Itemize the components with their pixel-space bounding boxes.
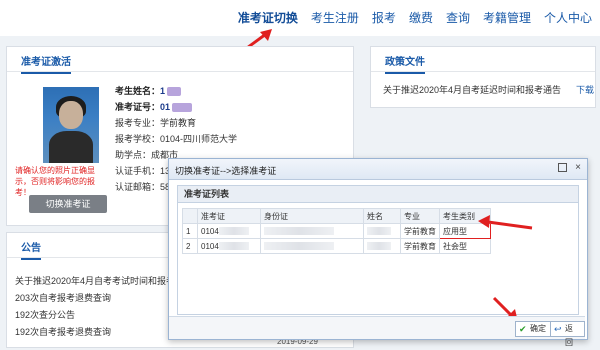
- name-label: 考生姓名：: [115, 86, 161, 96]
- ticket-table: 准考证 身份证 姓名 专业 考生类别 1 0104 学前教育 应用型 2 010…: [182, 208, 491, 254]
- ticket-value: 01: [160, 102, 171, 112]
- nav-switch-ticket[interactable]: 准考证切换: [238, 9, 298, 26]
- major-cell: 学前教育: [400, 223, 440, 239]
- major-label: 报考专业：: [115, 118, 161, 128]
- table-row[interactable]: 1 0104 学前教育 应用型: [182, 223, 491, 239]
- major-cell: 学前教育: [400, 238, 440, 254]
- close-icon[interactable]: ×: [575, 162, 581, 173]
- notice-item[interactable]: 203次自考报考退费查询: [15, 290, 175, 307]
- policy-panel: 政策文件 关于推迟2020年4月自考延迟时间和报考通告 下载: [370, 46, 596, 108]
- dialog-title: 切换准考证-->选择准考证: [175, 166, 277, 176]
- ok-button-label: 确定: [530, 324, 546, 333]
- ticket-cell: 0104: [197, 238, 261, 254]
- back-button-label: 返回: [565, 324, 573, 347]
- col-name: 姓名: [363, 208, 401, 224]
- email-label: 认证邮箱：: [115, 182, 161, 192]
- col-id-card: 身份证: [260, 208, 364, 224]
- activation-panel-title: 准考证激活: [21, 53, 71, 74]
- policy-download-link[interactable]: 下载: [576, 83, 594, 96]
- nav-apply[interactable]: 报考: [372, 9, 396, 26]
- name-cell: [363, 223, 401, 239]
- col-major: 专业: [400, 208, 440, 224]
- candidate-photo: [43, 87, 99, 163]
- nav-menu: 准考证切换 考生注册 报考 缴费 查询 考籍管理 个人中心: [238, 9, 592, 26]
- notice-item[interactable]: 192次查分公告: [15, 307, 175, 324]
- ok-button[interactable]: ✔ 确定: [515, 321, 551, 337]
- switch-ticket-button[interactable]: 切换准考证: [29, 195, 107, 213]
- notice-item[interactable]: 192次自考报考退费查询: [15, 324, 175, 341]
- policy-panel-title: 政策文件: [385, 53, 425, 74]
- col-ticket: 准考证: [197, 208, 261, 224]
- maximize-icon[interactable]: [558, 163, 567, 172]
- notice-list: 关于推迟2020年4月自考考试时间和报考 203次自考报考退费查询 192次查分…: [15, 273, 175, 341]
- table-row[interactable]: 2 0104 学前教育 社会型: [182, 238, 491, 254]
- school-value: 0104-四川师范大学: [160, 134, 238, 144]
- policy-item[interactable]: 关于推迟2020年4月自考延迟时间和报考通告: [383, 83, 583, 96]
- nav-query[interactable]: 查询: [446, 9, 470, 26]
- major-value: 学前教育: [160, 118, 197, 128]
- back-button[interactable]: ↩ 返回: [550, 321, 585, 347]
- top-navigation: 准考证切换 考生注册 报考 缴费 查询 考籍管理 个人中心: [0, 0, 600, 36]
- ticket-list-title: 准考证列表: [178, 186, 578, 203]
- id-card-cell: [260, 223, 364, 239]
- category-cell[interactable]: 社会型: [439, 238, 491, 254]
- dialog-footer: ✔ 确定 ↩ 返回: [169, 316, 585, 347]
- table-header-row: 准考证 身份证 姓名 专业 考生类别: [182, 208, 491, 224]
- nav-register[interactable]: 考生注册: [311, 9, 359, 26]
- nav-record-management[interactable]: 考籍管理: [483, 9, 531, 26]
- photo-warning: 请确认您的照片正确显示，否则将影响您的报考！: [15, 166, 95, 197]
- ticket-label: 准考证号：: [115, 102, 161, 112]
- phone-label: 认证手机：: [115, 166, 161, 176]
- ticket-cell: 0104: [197, 223, 261, 239]
- select-ticket-dialog: 切换准考证-->选择准考证 × 准考证列表 准考证 身份证 姓名 专业 考生类别…: [168, 158, 588, 347]
- row-index: 2: [182, 238, 198, 254]
- id-card-cell: [260, 238, 364, 254]
- school-label: 报考学校：: [115, 134, 161, 144]
- dialog-header: 切换准考证-->选择准考证 ×: [169, 159, 587, 180]
- col-index: [182, 208, 198, 224]
- row-index: 1: [182, 223, 198, 239]
- study-point-label: 助学点：: [115, 150, 152, 160]
- nav-payment[interactable]: 缴费: [409, 9, 433, 26]
- nav-personal-center[interactable]: 个人中心: [544, 9, 592, 26]
- return-icon: ↩: [554, 324, 562, 334]
- name-value: 1: [160, 86, 166, 96]
- red-arrow-annotation-row: [478, 215, 533, 230]
- notice-item[interactable]: 关于推迟2020年4月自考考试时间和报考: [15, 273, 175, 290]
- name-cell: [363, 238, 401, 254]
- notice-panel-title: 公告: [21, 239, 41, 260]
- check-icon: ✔: [519, 324, 527, 334]
